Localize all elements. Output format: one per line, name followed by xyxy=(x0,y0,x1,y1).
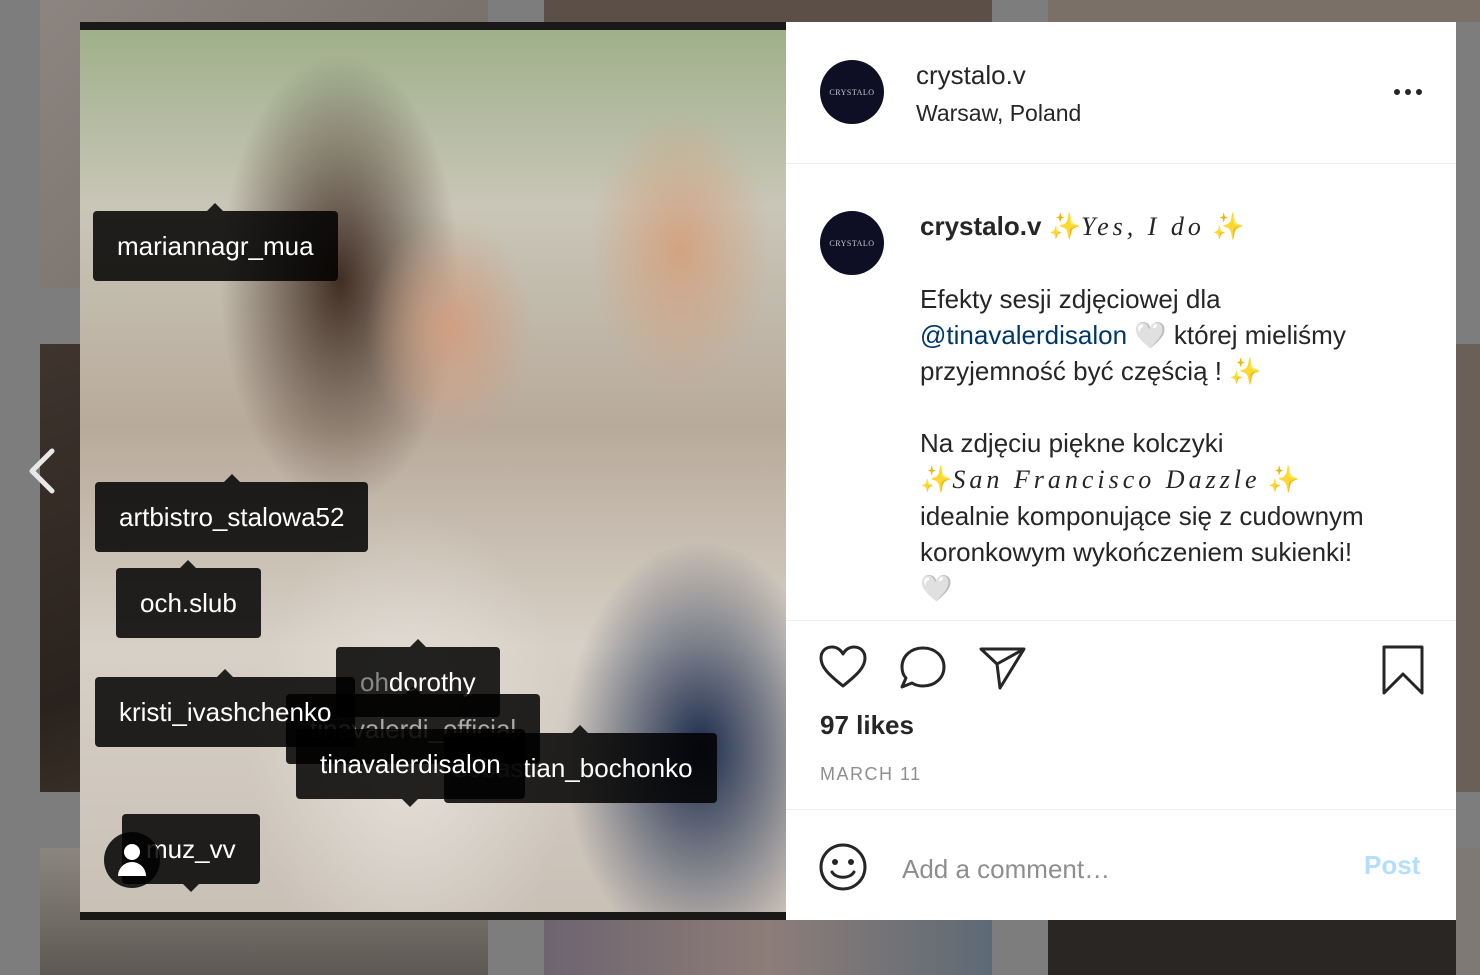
comment-input[interactable] xyxy=(900,844,1344,894)
avatar[interactable]: CRYSTALO xyxy=(820,60,884,124)
avatar-logo-text: CRYSTALO xyxy=(829,87,875,97)
post-photo[interactable]: mariannagr_mua artbistro_stalowa52 och.s… xyxy=(80,22,786,920)
avatar[interactable]: CRYSTALO xyxy=(820,211,884,275)
feed-tile xyxy=(544,920,992,975)
photo-tag[interactable]: artbistro_stalowa52 xyxy=(95,474,369,552)
sparkles-emoji: ✨ xyxy=(1212,211,1245,241)
photo-tag-label: oh xyxy=(360,667,389,697)
divider xyxy=(786,620,1456,621)
white-heart-emoji: 🤍 xyxy=(920,573,953,603)
caption-line: Efekty sesji zdjęciowej dla xyxy=(920,284,1221,314)
paper-plane-icon[interactable] xyxy=(978,644,1028,697)
caption-line: przyjemność być częścią ! xyxy=(920,356,1222,386)
sparkles-emoji: ✨ xyxy=(920,464,953,494)
mention-link[interactable]: @tinavalerdisalon xyxy=(920,320,1127,350)
heart-icon[interactable] xyxy=(818,644,868,697)
avatar-logo-text: CRYSTALO xyxy=(829,238,875,248)
caption-username[interactable]: crystalo.v xyxy=(920,211,1041,241)
tagged-users-icon[interactable] xyxy=(104,832,160,888)
caption-line: koronkowym wykończeniem sukienki! xyxy=(920,537,1353,567)
caption-line: Na zdjęciu piękne kolczyki xyxy=(920,428,1224,458)
post-location[interactable]: Warsaw, Poland xyxy=(916,100,1081,127)
photo-tag[interactable]: mariannagr_mua xyxy=(93,203,338,281)
divider xyxy=(786,163,1456,164)
emoji-picker-icon[interactable] xyxy=(818,842,868,892)
photo-tag-label: tian_bochonko xyxy=(523,753,693,783)
photo-tag[interactable]: och.slub xyxy=(116,560,261,638)
caption-script-title: Yes, I do xyxy=(1081,212,1205,241)
previous-post-arrow-icon[interactable] xyxy=(22,447,62,495)
photo-tag[interactable]: tinavalerdisalon xyxy=(296,729,525,807)
feed-tile xyxy=(1048,920,1456,975)
white-heart-emoji: 🤍 xyxy=(1134,320,1167,350)
feed-tile xyxy=(1456,344,1480,792)
feed-tile xyxy=(1048,0,1480,22)
bookmark-icon[interactable] xyxy=(1380,644,1426,701)
post-author-username[interactable]: crystalo.v xyxy=(916,60,1026,91)
caption-line: której mieliśmy xyxy=(1173,320,1346,350)
comment-bubble-icon[interactable] xyxy=(898,644,948,697)
caption-line: idealnie komponujące się z cudownym xyxy=(920,501,1364,531)
sparkles-emoji: ✨ xyxy=(1267,464,1301,494)
divider xyxy=(786,809,1456,810)
post-details-panel: CRYSTALO crystalo.v Warsaw, Poland CRYST… xyxy=(786,22,1456,920)
post-date[interactable]: MARCH 11 xyxy=(820,764,922,785)
sparkles-emoji: ✨ xyxy=(1229,356,1262,386)
caption-script-product: San Francisco Dazzle xyxy=(952,465,1261,494)
sparkles-emoji: ✨ xyxy=(1048,211,1082,241)
feed-tile xyxy=(1456,848,1480,975)
likes-count[interactable]: 97 likes xyxy=(820,710,914,741)
post-caption: crystalo.v ✨Yes, I do ✨ Efekty sesji zdj… xyxy=(920,208,1430,606)
feed-tile xyxy=(544,0,992,22)
more-options-icon[interactable] xyxy=(1392,80,1424,104)
post-comment-button[interactable]: Post xyxy=(1364,850,1420,881)
